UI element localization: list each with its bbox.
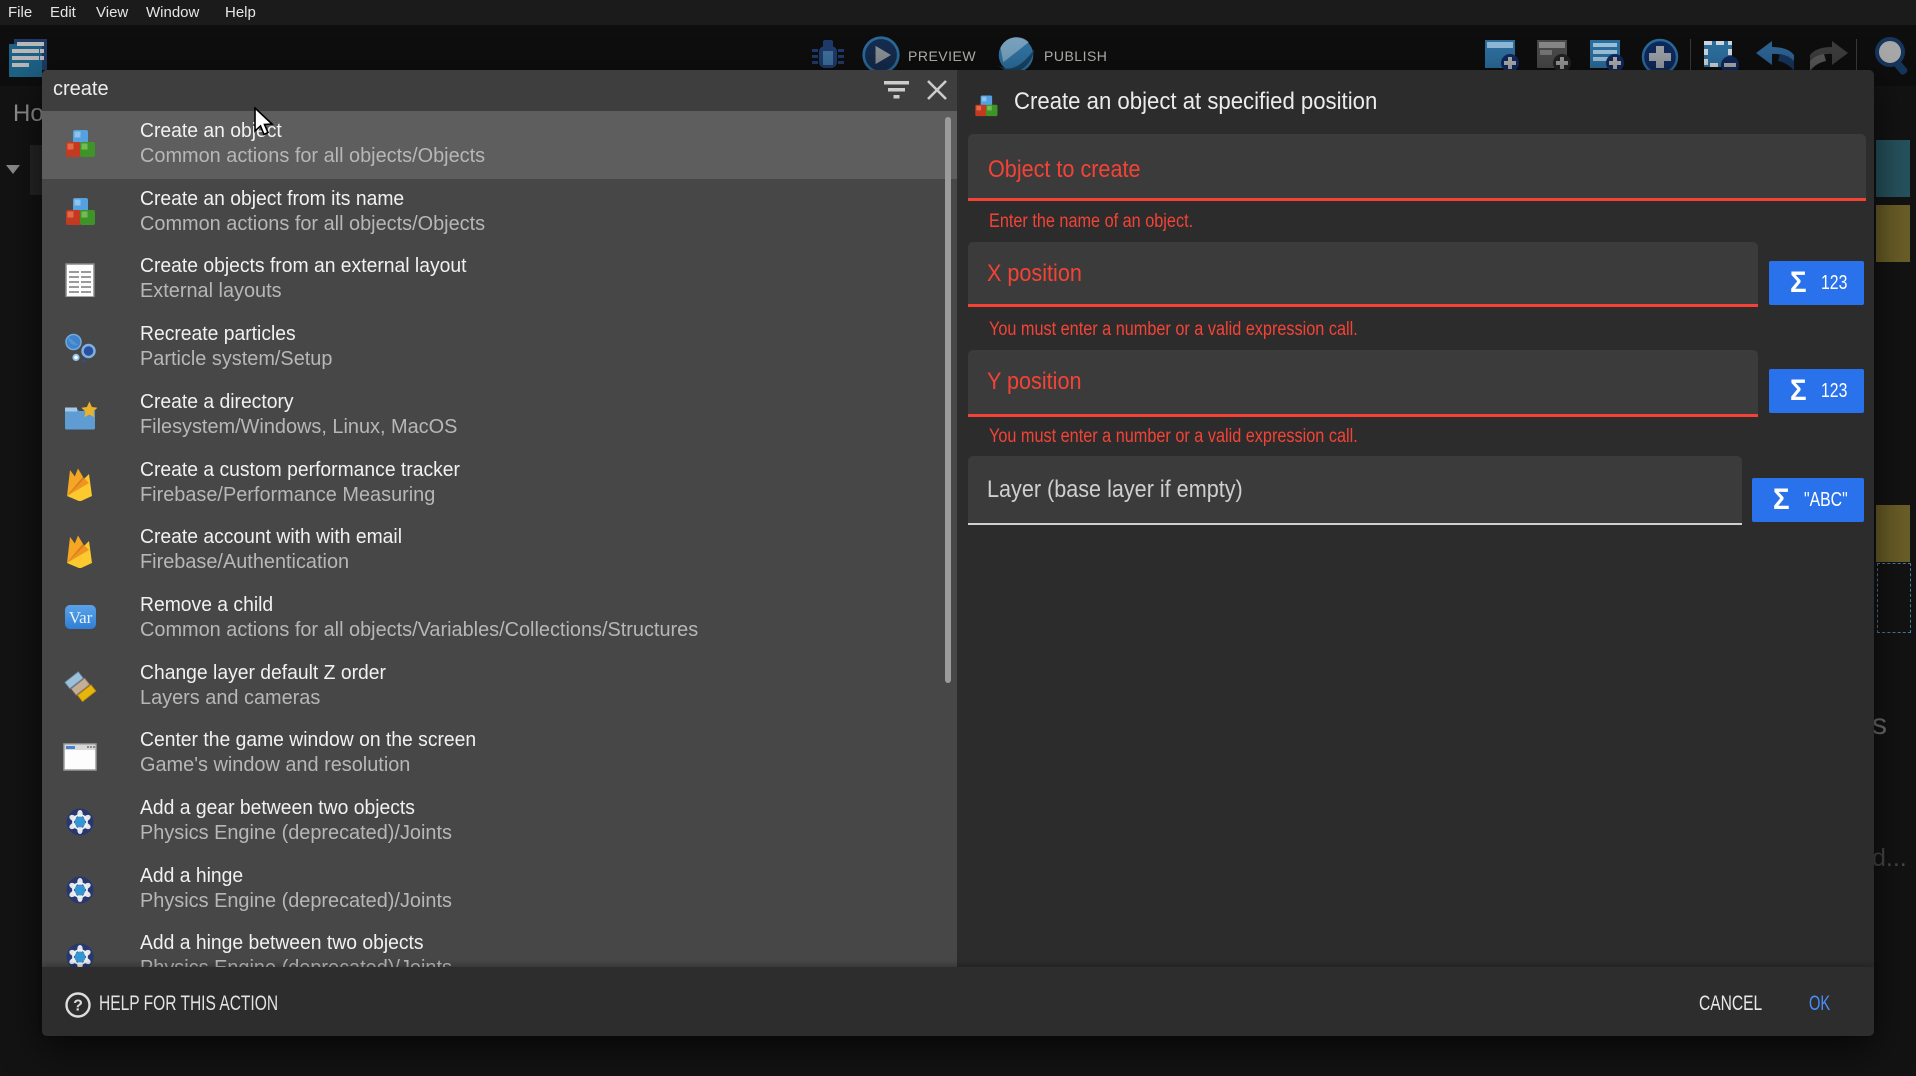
svg-text:Var: Var	[69, 608, 93, 627]
svg-text:?: ?	[73, 998, 83, 1015]
